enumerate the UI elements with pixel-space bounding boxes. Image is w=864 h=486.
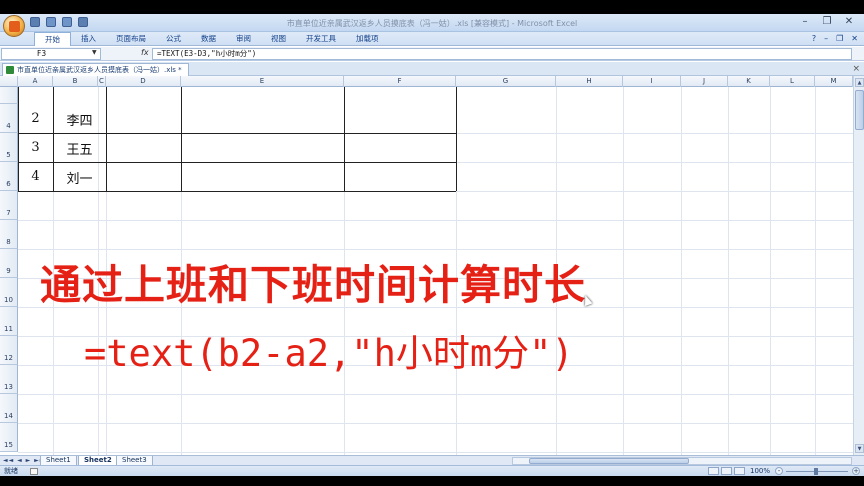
row-header[interactable]: 4 — [0, 104, 18, 133]
status-ready: 就绪 — [4, 467, 18, 475]
overlay-caption-formula: =text(b2-a2,"h小时m分") — [84, 332, 574, 375]
tab-review[interactable]: 审阅 — [226, 32, 261, 45]
column-header[interactable]: L — [770, 76, 815, 87]
horizontal-scrollbar[interactable] — [512, 457, 852, 465]
row-header[interactable]: 9 — [0, 249, 18, 278]
sheet-tab-bar: ◄◄ ◄ ► ►► Sheet1 Sheet2 Sheet3 — [0, 455, 864, 466]
office-logo-icon — [9, 21, 20, 32]
close-button[interactable]: ✕ — [838, 14, 860, 30]
tab-developer[interactable]: 开发工具 — [296, 32, 346, 45]
scroll-up-icon[interactable]: ▲ — [855, 78, 864, 87]
column-header[interactable]: K — [728, 76, 770, 87]
row-header[interactable]: 10 — [0, 278, 18, 307]
help-icon[interactable]: ? — [812, 32, 816, 45]
window-controls: – ❐ ✕ — [794, 14, 860, 30]
workbook-tab-bar: 市直单位近亲属武汉返乡人员摸底表（冯一姑）.xls * × — [0, 62, 864, 76]
tab-view[interactable]: 视图 — [261, 32, 296, 45]
column-header[interactable]: M — [815, 76, 853, 87]
zoom-level[interactable]: 100% — [750, 466, 770, 476]
ribbon-right-controls: ? – ❐ ✕ — [812, 32, 858, 45]
ribbon-close-button[interactable]: ✕ — [851, 32, 858, 45]
ribbon-tabs: 开始 插入 页面布局 公式 数据 审阅 视图 开发工具 加载项 ? – ❐ ✕ — [0, 31, 864, 46]
chevron-down-icon[interactable]: ▼ — [92, 49, 97, 56]
workbook-tab-label: 市直单位近亲属武汉返乡人员摸底表（冯一姑）.xls * — [17, 66, 182, 74]
tab-insert[interactable]: 插入 — [71, 32, 106, 45]
formula-input[interactable]: =TEXT(E3-D3,"h小时m分") — [152, 48, 852, 60]
excel-file-icon — [6, 66, 14, 74]
row-header[interactable]: 8 — [0, 220, 18, 249]
page-break-view-button[interactable] — [734, 467, 745, 475]
view-buttons — [708, 467, 745, 475]
column-header[interactable]: J — [681, 76, 728, 87]
table-cell-number[interactable]: 2 — [18, 111, 53, 126]
normal-view-button[interactable] — [708, 467, 719, 475]
row-header[interactable]: 13 — [0, 365, 18, 394]
minimize-button[interactable]: – — [794, 14, 816, 30]
zoom-out-button[interactable]: - — [775, 467, 783, 475]
overlay-caption-title: 通过上班和下班时间计算时长 — [40, 261, 586, 309]
office-button[interactable] — [3, 15, 25, 37]
zoom-slider-knob[interactable] — [814, 468, 818, 475]
macro-record-icon[interactable] — [30, 468, 38, 475]
tab-data[interactable]: 数据 — [191, 32, 226, 45]
row-header[interactable]: 12 — [0, 336, 18, 365]
table-cell-name[interactable]: 王五 — [53, 139, 106, 158]
row-header[interactable]: 14 — [0, 394, 18, 423]
tab-formulas[interactable]: 公式 — [156, 32, 191, 45]
page-layout-view-button[interactable] — [721, 467, 732, 475]
status-bar: 就绪 100% - + — [0, 465, 864, 476]
column-header[interactable]: F — [344, 76, 456, 87]
scroll-down-icon[interactable]: ▼ — [855, 444, 864, 453]
column-header[interactable]: H — [556, 76, 623, 87]
row-header[interactable]: 7 — [0, 191, 18, 220]
fx-icon[interactable]: fx — [141, 48, 149, 57]
column-header[interactable]: B — [53, 76, 98, 87]
zoom-in-button[interactable]: + — [852, 467, 860, 475]
excel-window: 市直单位近亲属武汉返乡人员摸底表（冯一姑）.xls [兼容模式] - Micro… — [0, 14, 864, 476]
row-header[interactable]: 15 — [0, 423, 18, 452]
table-cell-number[interactable]: 4 — [18, 169, 53, 184]
column-header[interactable]: D — [106, 76, 181, 87]
select-all-corner[interactable] — [0, 76, 18, 87]
window-title: 市直单位近亲属武汉返乡人员摸底表（冯一姑）.xls [兼容模式] - Micro… — [286, 19, 578, 28]
title-bar: 市直单位近亲属武汉返乡人员摸底表（冯一姑）.xls [兼容模式] - Micro… — [0, 14, 864, 37]
row-header[interactable] — [0, 87, 18, 104]
row-header[interactable]: 11 — [0, 307, 18, 336]
tab-addins[interactable]: 加载项 — [346, 32, 389, 45]
tab-home[interactable]: 开始 — [34, 31, 71, 46]
column-header[interactable]: G — [456, 76, 556, 87]
column-header[interactable]: C — [98, 76, 106, 87]
table-cell-name[interactable]: 刘一 — [53, 168, 106, 187]
ribbon-minimize-button[interactable]: – — [824, 32, 828, 45]
table-cell-number[interactable]: 3 — [18, 140, 53, 155]
table-cell-name[interactable]: 李四 — [53, 110, 106, 129]
close-icon[interactable]: × — [852, 62, 860, 76]
scroll-thumb[interactable] — [855, 90, 864, 130]
name-box[interactable]: F3 — [1, 48, 101, 60]
ribbon-restore-button[interactable]: ❐ — [836, 32, 843, 45]
row-header[interactable]: 6 — [0, 162, 18, 191]
formula-bar: F3 ▼ fx =TEXT(E3-D3,"h小时m分") — [0, 47, 864, 61]
tab-page-layout[interactable]: 页面布局 — [106, 32, 156, 45]
spreadsheet-grid[interactable]: A B C D E F G H I J K L M 4 5 6 7 8 9 10… — [0, 76, 853, 455]
column-header[interactable]: E — [181, 76, 344, 87]
horizontal-scroll-thumb[interactable] — [529, 458, 689, 464]
column-headers: A B C D E F G H I J K L M — [0, 76, 853, 87]
row-header[interactable]: 5 — [0, 133, 18, 162]
maximize-button[interactable]: ❐ — [816, 14, 838, 30]
column-header[interactable]: I — [623, 76, 681, 87]
column-header[interactable]: A — [18, 76, 53, 87]
workbook-tab[interactable]: 市直单位近亲属武汉返乡人员摸底表（冯一姑）.xls * — [2, 63, 189, 76]
vertical-scrollbar[interactable]: ▲ ▼ — [853, 76, 864, 455]
